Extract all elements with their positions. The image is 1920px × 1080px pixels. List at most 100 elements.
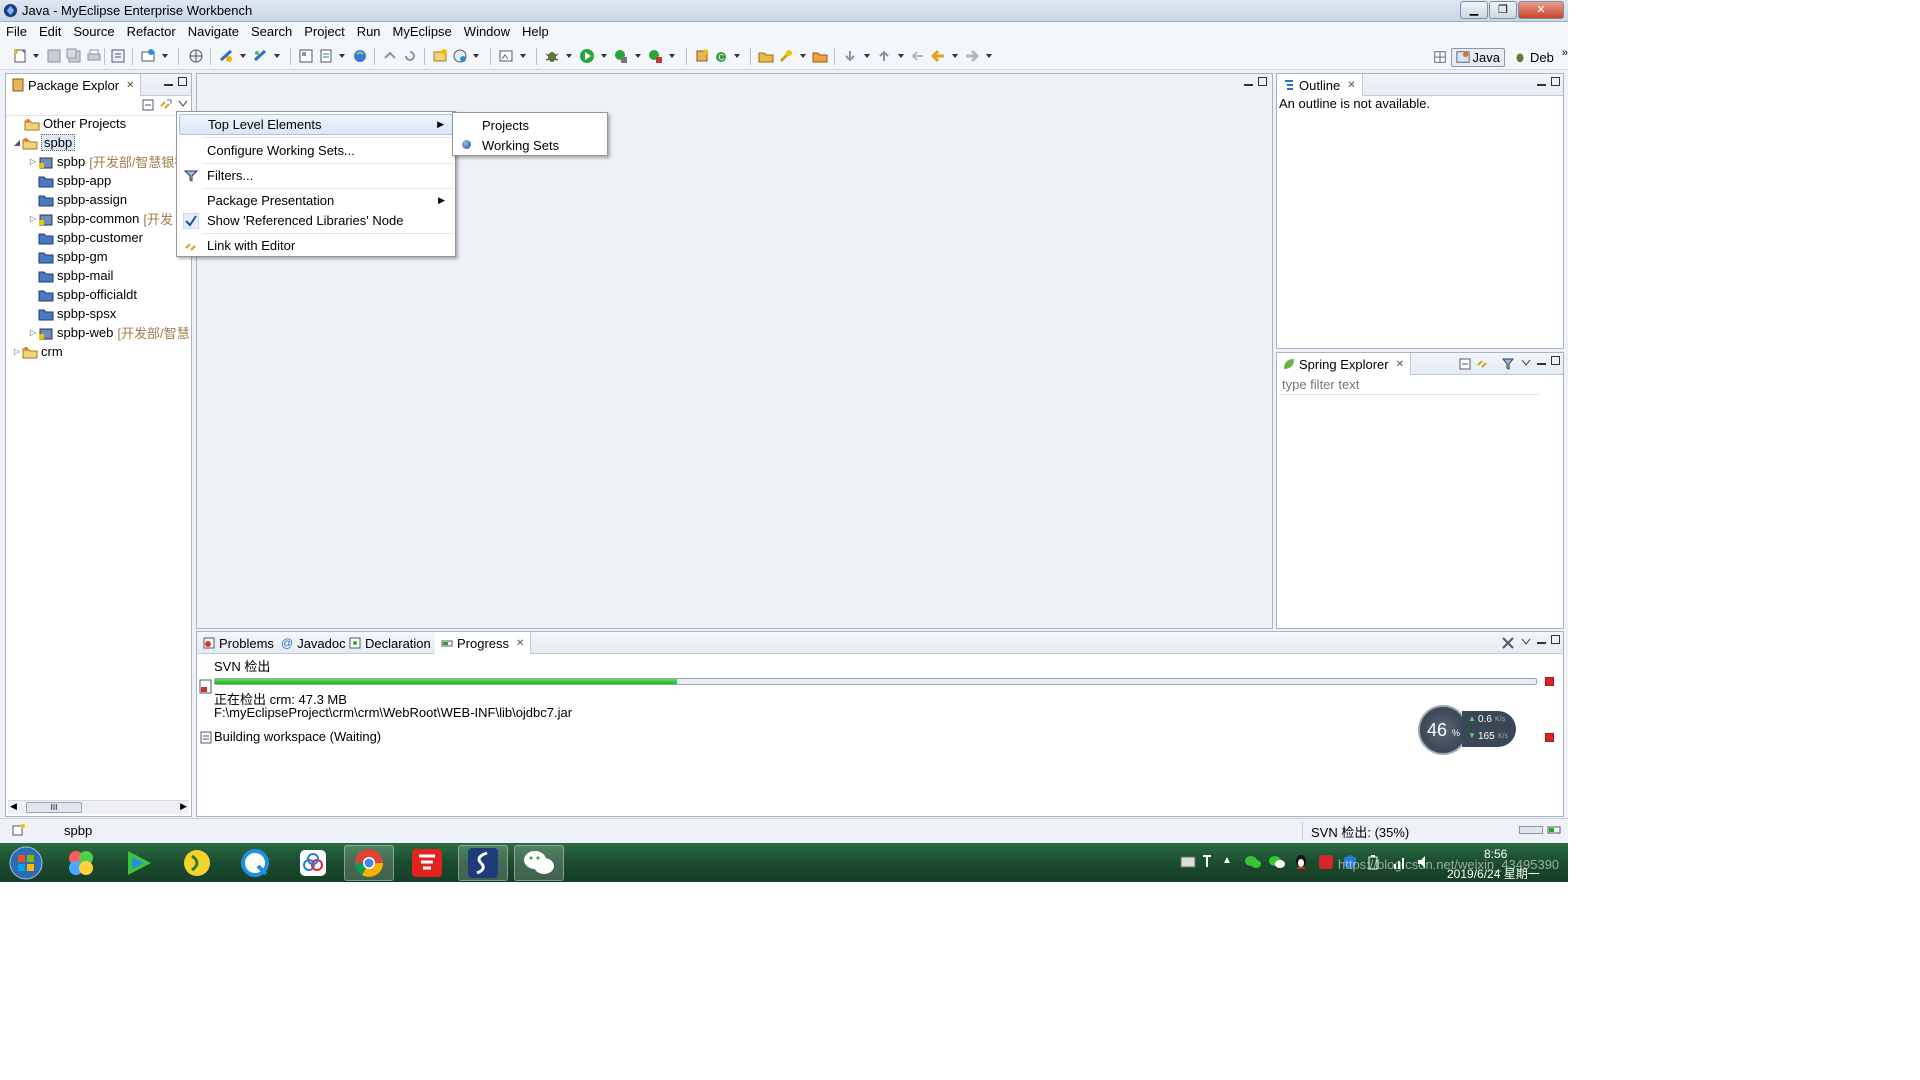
maximize-view-icon[interactable] (1551, 77, 1560, 89)
maximize-view-icon[interactable] (178, 77, 187, 89)
menu-navigate[interactable]: Navigate (182, 22, 245, 42)
declaration-tab[interactable]: Declaration (343, 632, 437, 654)
server-dropdown-icon[interactable] (162, 54, 168, 58)
tree-item-spbp-project[interactable]: ▷ spbp [开发部/智慧银行 (28, 152, 188, 171)
last-edit-icon[interactable] (910, 48, 926, 64)
view-menu-chevron-icon[interactable] (178, 100, 188, 108)
minimize-view-icon[interactable] (1537, 356, 1546, 368)
remove-all-finished-icon[interactable] (1501, 636, 1515, 650)
deploy-icon[interactable] (218, 48, 234, 64)
tree-item-crm[interactable]: ▷ crm (12, 342, 63, 361)
menu-help[interactable]: Help (516, 22, 555, 42)
tree-item-other-projects[interactable]: Other Projects (14, 114, 126, 133)
run-server-icon[interactable] (252, 48, 268, 64)
cancel-job-icon[interactable] (1545, 733, 1554, 742)
submenu-item-working-sets[interactable]: Working Sets (455, 135, 605, 155)
coverage-icon[interactable] (613, 48, 629, 64)
close-tab-icon[interactable]: ✕ (1347, 80, 1355, 91)
collapsed-triangle-icon[interactable]: ▷ (12, 347, 22, 356)
maximize-editor-icon[interactable] (1258, 77, 1267, 89)
close-button[interactable]: ✕ (1518, 1, 1564, 19)
filter-icon[interactable] (1501, 357, 1515, 371)
menu-item-top-level-elements[interactable]: Top Level Elements ▶ (179, 114, 453, 135)
search-tool-icon[interactable] (778, 48, 794, 64)
fast-view-icon[interactable] (12, 823, 26, 837)
new-web-icon[interactable] (452, 48, 468, 64)
cancel-job-icon[interactable] (1545, 677, 1554, 686)
menu-item-package-presentation[interactable]: Package Presentation ▶ (179, 190, 453, 211)
run-icon[interactable] (579, 48, 595, 64)
tree-item-spbp-officialdt[interactable]: spbp-officialdt (38, 285, 137, 304)
more-perspectives-chevron-icon[interactable]: » (1562, 47, 1568, 59)
save-all-icon[interactable] (66, 48, 82, 64)
menu-myeclipse[interactable]: MyEclipse (387, 22, 458, 42)
submenu-item-projects[interactable]: Projects (455, 115, 605, 135)
progress-tab[interactable]: Progress ✕ (435, 632, 532, 654)
open-project-icon[interactable] (758, 48, 774, 64)
menu-item-show-referenced-libraries[interactable]: Show 'Referenced Libraries' Node (179, 210, 453, 231)
wechat-tray-icon[interactable] (1244, 855, 1262, 870)
spring-explorer-tab[interactable]: Spring Explorer ✕ (1277, 353, 1411, 375)
new-web-dropdown-icon[interactable] (473, 54, 479, 58)
menu-window[interactable]: Window (458, 22, 516, 42)
menu-source[interactable]: Source (67, 22, 120, 42)
collapse-all-icon[interactable] (1459, 358, 1471, 370)
minimize-editor-icon[interactable] (1244, 77, 1253, 89)
problems-tab[interactable]: Problems (197, 632, 280, 654)
maximize-view-icon[interactable] (1551, 356, 1560, 368)
new-class-dropdown-icon[interactable] (734, 54, 740, 58)
qq-tray-icon[interactable] (1294, 854, 1308, 870)
tree-item-spbp-customer[interactable]: spbp-customer (38, 228, 143, 247)
back-icon[interactable] (930, 48, 946, 64)
menu-run[interactable]: Run (351, 22, 387, 42)
search-tool-dropdown-icon[interactable] (800, 54, 806, 58)
taskbar-app-q-browser[interactable] (230, 845, 280, 881)
outline-tab[interactable]: Outline ✕ (1277, 74, 1363, 96)
tree-item-spbp-assign[interactable]: spbp-assign (38, 190, 127, 209)
new-dropdown-icon[interactable] (33, 54, 39, 58)
task-dropdown-icon[interactable] (339, 54, 345, 58)
javadoc-tab[interactable]: @ Javadoc (275, 632, 352, 654)
task-icon[interactable] (318, 48, 334, 64)
next-annotation-dropdown-icon[interactable] (864, 54, 870, 58)
print-icon[interactable] (86, 48, 102, 64)
new-java-project-icon[interactable] (432, 48, 448, 64)
close-tab-icon[interactable]: ✕ (1396, 359, 1404, 370)
new-class-icon[interactable]: C (713, 48, 729, 64)
tree-item-spbp-web[interactable]: ▷ spbp-web [开发部/智慧 (28, 323, 190, 342)
status-job-progress[interactable]: SVN 检出: (35%) (1311, 822, 1409, 841)
link-with-editor-icon[interactable] (1476, 357, 1490, 371)
tree-item-spbp-spsx[interactable]: spbp-spsx (38, 304, 116, 323)
taskbar-app-myeclipse[interactable] (458, 845, 508, 881)
window-title-bar[interactable]: Java - MyEclipse Enterprise Workbench ▁ … (0, 0, 1568, 22)
image-icon[interactable] (498, 48, 514, 64)
menu-search[interactable]: Search (245, 22, 298, 42)
taskbar-app-youdao[interactable] (402, 845, 452, 881)
coverage-dropdown-icon[interactable] (635, 54, 641, 58)
globe-icon[interactable] (352, 48, 368, 64)
new-server-icon[interactable] (140, 48, 156, 64)
horizontal-scrollbar[interactable]: ◀ III ▶ (8, 800, 189, 814)
taskbar-app-video-player[interactable] (114, 845, 164, 881)
scroll-left-arrow-icon[interactable]: ◀ (10, 801, 17, 812)
filter-input[interactable] (1279, 375, 1539, 395)
prev-annotation-icon[interactable] (876, 48, 892, 64)
expanded-triangle-icon[interactable]: ◢ (12, 138, 22, 147)
open-folder-icon[interactable] (812, 48, 828, 64)
taskbar-app-chrome[interactable] (344, 845, 394, 881)
tree-item-spbp-mail[interactable]: spbp-mail (38, 266, 113, 285)
back-dropdown-icon[interactable] (952, 54, 958, 58)
start-button[interactable] (2, 845, 50, 881)
run-dropdown-icon[interactable] (601, 54, 607, 58)
menu-edit[interactable]: Edit (33, 22, 67, 42)
open-perspective-icon[interactable] (298, 48, 314, 64)
network-speed-gadget[interactable]: 46 % ▲ 0.6 K/s ▼ 165 K/s (1418, 705, 1516, 755)
minimize-view-icon[interactable] (164, 77, 173, 89)
new-icon[interactable] (12, 48, 28, 64)
debug-dropdown-icon[interactable] (566, 54, 572, 58)
link-with-editor-icon[interactable] (159, 98, 173, 112)
collapsed-triangle-icon[interactable]: ▷ (28, 157, 38, 166)
maximize-button[interactable]: ❐ (1489, 1, 1517, 19)
external-tools-icon[interactable] (647, 48, 663, 64)
menu-file[interactable]: File (0, 22, 33, 42)
